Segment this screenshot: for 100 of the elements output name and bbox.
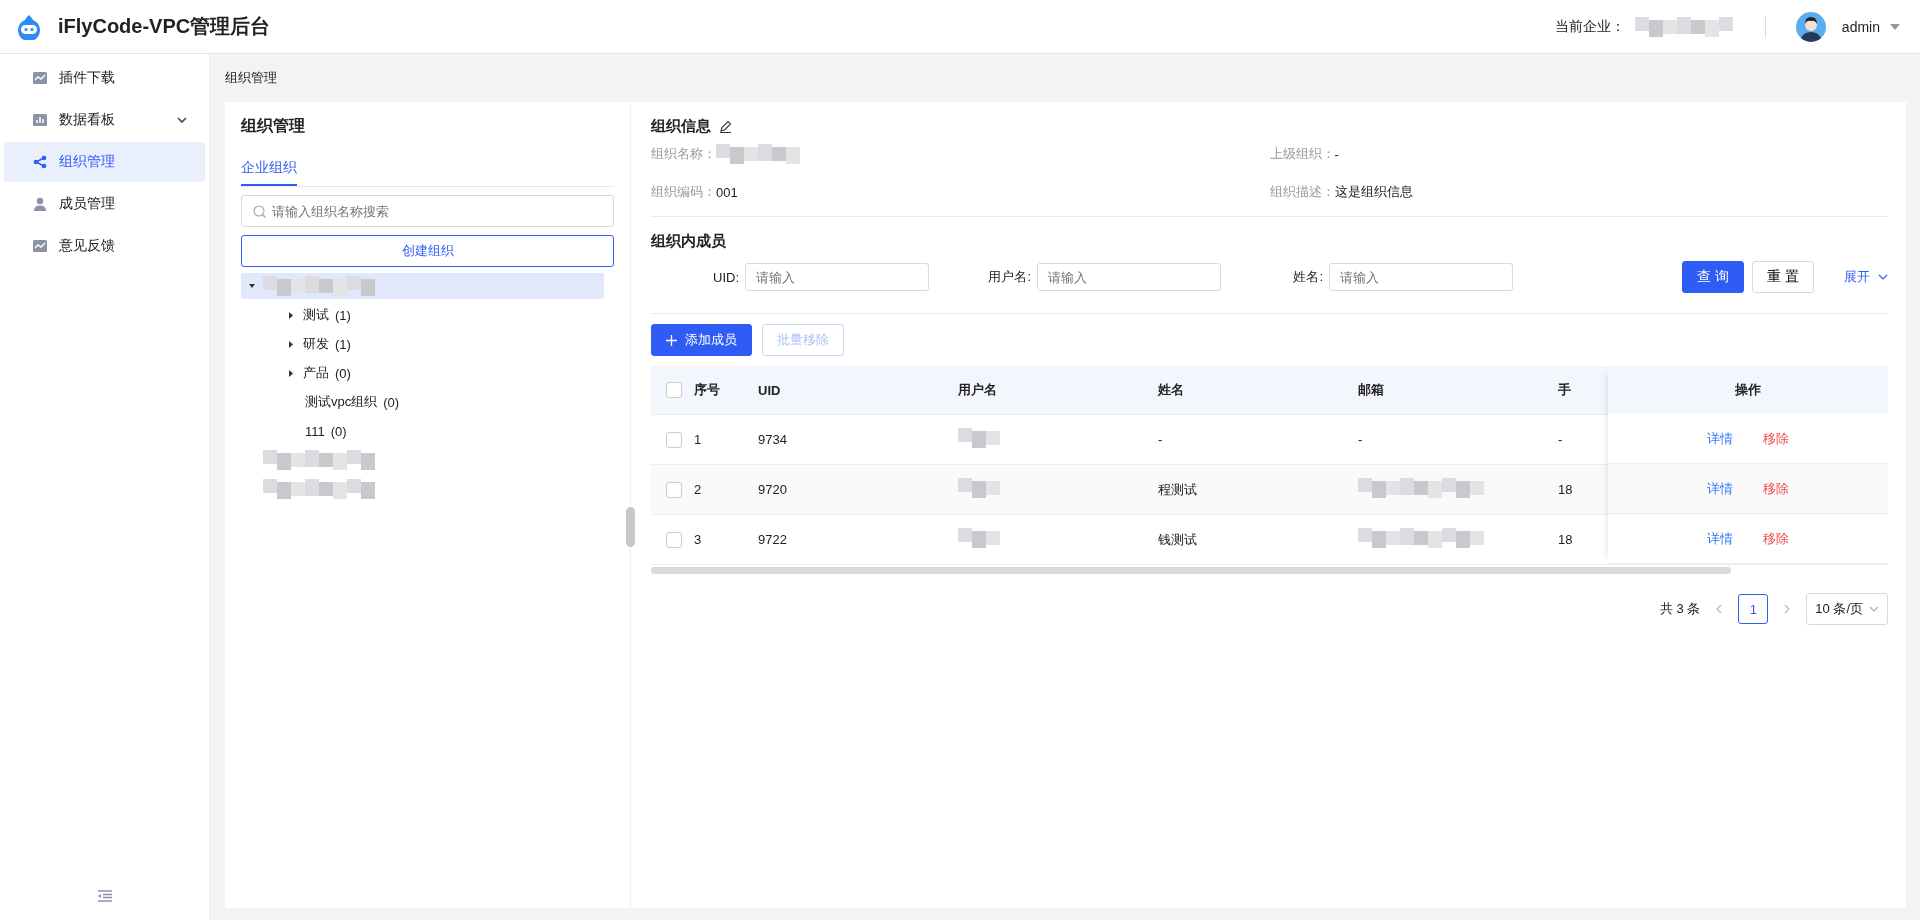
checkbox[interactable] xyxy=(666,531,682,548)
field-label: 组织名称： xyxy=(651,145,716,163)
page-button[interactable]: 1 xyxy=(1738,594,1769,624)
logo-icon xyxy=(16,13,42,40)
user-icon xyxy=(33,197,47,211)
remove-link[interactable]: 移除 xyxy=(1763,529,1789,548)
input-field[interactable]: 请输入 xyxy=(1037,263,1221,291)
search-icon xyxy=(253,205,266,218)
sidebar-item[interactable]: 组织管理 xyxy=(4,142,205,182)
node-label: 测试vpc组织 xyxy=(305,393,378,411)
remove-link[interactable]: 移除 xyxy=(1763,479,1789,498)
table-cell-text: 18 xyxy=(1558,532,1574,547)
tree-node[interactable]: 测试vpc组织 (0) xyxy=(241,389,604,415)
column-header: UID xyxy=(758,382,782,398)
checkbox[interactable] xyxy=(666,481,682,498)
avatar-icon[interactable] xyxy=(1795,11,1826,42)
input-field[interactable]: 请输入 xyxy=(745,263,929,291)
field-value: 001 xyxy=(716,184,738,200)
checkbox[interactable] xyxy=(666,382,682,398)
sidebar-item[interactable]: 意见反馈 xyxy=(4,226,205,266)
chart-icon xyxy=(33,72,47,84)
collapsed-caret-icon[interactable] xyxy=(289,311,293,319)
remove-link[interactable]: 移除 xyxy=(1763,429,1789,448)
collapsed-caret-icon[interactable] xyxy=(289,369,293,377)
field-label: 组织描述： xyxy=(1269,183,1335,201)
filter-label: 姓名: xyxy=(1292,268,1324,286)
detail-link[interactable]: 详情 xyxy=(1707,479,1733,498)
detail-link[interactable]: 详情 xyxy=(1707,529,1733,548)
node-label: 产品 xyxy=(303,364,329,382)
checkbox[interactable] xyxy=(666,431,682,448)
node-label: 研发 xyxy=(303,335,329,353)
create-org-button[interactable]: 创建组织 xyxy=(241,235,614,267)
scrollbar-thumb[interactable] xyxy=(651,567,1731,574)
next-page-icon[interactable] xyxy=(1784,604,1791,614)
dropdown-caret-icon[interactable] xyxy=(1890,23,1900,30)
edit-icon[interactable] xyxy=(719,119,732,133)
column-header: 邮箱 xyxy=(1358,381,1385,399)
table-cell-text: 9720 xyxy=(758,482,788,497)
detail-link[interactable]: 详情 xyxy=(1707,429,1733,448)
sidebar-item[interactable]: 成员管理 xyxy=(4,184,205,224)
node-label: 测试 xyxy=(303,306,329,324)
page-size-select[interactable]: 10 条/页 xyxy=(1806,593,1888,625)
tree-node[interactable]: 111 (0) xyxy=(241,418,604,444)
tree-node[interactable] xyxy=(241,273,604,299)
column-header: 用户名 xyxy=(958,381,998,399)
column-header: 手 xyxy=(1558,381,1572,399)
node-count: (1) xyxy=(335,307,351,323)
filter-label: UID: xyxy=(712,269,740,285)
table-cell-text: - xyxy=(1158,432,1164,447)
breadcrumb: 组织管理 xyxy=(225,69,278,87)
resize-handle[interactable] xyxy=(626,507,635,547)
node-count: (1) xyxy=(335,336,351,352)
total-count: 共 3 条 xyxy=(1659,600,1701,618)
plus-icon xyxy=(666,334,677,346)
add-member-button[interactable]: 添加成员 xyxy=(651,324,752,356)
field-label: 组织编码： xyxy=(651,183,716,201)
tab[interactable]: 企业组织 xyxy=(241,151,297,186)
node-label: 111 xyxy=(305,423,325,439)
table-cell-text: 程测试 xyxy=(1158,480,1198,499)
section-title: 组织信息 xyxy=(651,116,711,136)
table-cell-text: - xyxy=(1558,432,1564,447)
column-header: 序号 xyxy=(694,381,721,399)
column-header: 操作 xyxy=(1608,366,1888,414)
app-title: iFlyCode-VPC管理后台 xyxy=(58,14,271,39)
expand-link[interactable]: 展开 xyxy=(1844,268,1870,286)
filter-label: 用户名: xyxy=(987,268,1032,286)
section-title: 组织内成员 xyxy=(651,231,726,251)
chevron-down-icon[interactable] xyxy=(1869,606,1879,612)
bar-chart-icon xyxy=(33,114,47,126)
share-icon xyxy=(33,155,47,169)
node-count: (0) xyxy=(335,365,351,381)
sidebar-item[interactable]: 插件下载 xyxy=(4,58,205,98)
reset-button[interactable]: 重 置 xyxy=(1752,261,1814,293)
sidebar-item[interactable]: 数据看板 xyxy=(4,100,205,140)
table-cell-text: 2 xyxy=(694,482,703,497)
field-value: 这是组织信息 xyxy=(1334,183,1413,201)
table-cell-text: 1 xyxy=(694,432,703,447)
table-cell-text: 9734 xyxy=(758,432,788,447)
table-cell: - xyxy=(1358,432,1363,447)
input-field[interactable]: 请输入 xyxy=(1329,263,1513,291)
tree-node[interactable]: 产品 (0) xyxy=(241,360,604,386)
collapse-menu-icon[interactable] xyxy=(97,890,112,902)
panel-title: 组织管理 xyxy=(241,116,306,136)
tree-node[interactable]: 测试 (1) xyxy=(241,302,604,328)
table-cell-text: 钱测试 xyxy=(1158,530,1198,549)
search-field[interactable]: 请输入组织名称搜索 xyxy=(241,195,614,227)
table-cell-text: 18 xyxy=(1558,482,1574,497)
table-cell-text: 3 xyxy=(694,532,703,547)
node-count: (0) xyxy=(330,423,347,439)
chevron-down-icon xyxy=(177,117,187,123)
query-button[interactable]: 查 询 xyxy=(1682,261,1745,293)
field-label: 上级组织： xyxy=(1269,145,1335,163)
expanded-caret-icon[interactable] xyxy=(249,284,255,288)
collapsed-caret-icon[interactable] xyxy=(289,340,293,348)
node-count: (0) xyxy=(383,394,400,410)
user-name[interactable]: admin xyxy=(1841,18,1880,35)
table-cell-text: 9722 xyxy=(758,532,788,547)
tree-node[interactable]: 研发 (1) xyxy=(241,331,604,357)
previous-page-icon[interactable] xyxy=(1716,604,1723,614)
chevron-down-icon[interactable] xyxy=(1878,274,1888,280)
